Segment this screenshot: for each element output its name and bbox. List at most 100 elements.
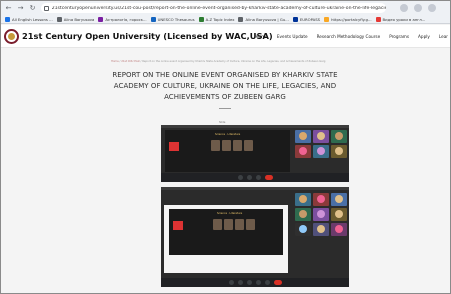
avatar [299, 210, 307, 218]
page-body: Home / 21st COU Post / Report on the onl… [1, 49, 450, 293]
lock-icon [44, 5, 49, 11]
figure-caption: Slide [219, 121, 226, 124]
nav-home[interactable]: Home [256, 34, 268, 39]
url-field[interactable]: 21stcenturyopenuniversity.us/21st-cou-po… [41, 3, 386, 13]
bookmark-item[interactable]: EUROPASS [292, 16, 320, 22]
participant-tile[interactable] [313, 208, 329, 221]
slide-heading: Science · Literature [217, 212, 243, 215]
avatar [299, 132, 307, 140]
nav-apply[interactable]: Apply [418, 34, 430, 39]
site-title[interactable]: 21st Century Open University (Licensed b… [22, 31, 273, 41]
participant-grid [295, 130, 347, 158]
bookmarks-bar: All English Lessons ... Alina Boryusova … [1, 15, 450, 24]
reload-icon[interactable]: ↻ [28, 4, 37, 13]
bookmark-item[interactable]: UNESCO Thesaurus [150, 16, 195, 22]
camera-icon[interactable] [246, 175, 252, 180]
participant-tile[interactable] [295, 208, 311, 221]
bookmark-item[interactable]: Alina Boryusova | Gu... [238, 16, 289, 22]
leave-call-icon[interactable] [273, 280, 282, 285]
meeting-controls [161, 278, 349, 287]
participant-tile[interactable] [313, 130, 329, 143]
bookmark-favicon-icon [56, 16, 62, 22]
avatar [335, 147, 343, 155]
captions-icon[interactable] [246, 280, 252, 285]
university-logo[interactable] [4, 29, 19, 44]
participant-tile[interactable] [295, 145, 311, 158]
bookmark-favicon-icon [238, 16, 244, 22]
nav-learn[interactable]: Lear [439, 34, 448, 39]
slide-photos [213, 219, 257, 230]
extensions-icon[interactable] [414, 4, 422, 12]
meeting-topbar [161, 187, 349, 190]
meeting-screenshot: Science · Literature [161, 125, 349, 182]
bookmark-item[interactable]: A-Z Topic Index [198, 16, 235, 22]
presentation-slide: Science · Literature [164, 205, 288, 273]
profile-icon[interactable] [428, 4, 436, 12]
avatar [299, 225, 307, 233]
mic-icon[interactable] [228, 280, 234, 285]
bookmark-label: A-Z Topic Index [205, 16, 235, 22]
back-icon[interactable]: ← [4, 4, 13, 13]
title-divider [219, 108, 231, 109]
camera-icon[interactable] [237, 280, 243, 285]
main-nav: Home Events Update Research Methodology … [247, 34, 449, 39]
browser-window: ← → ↻ 21stcenturyopenuniversity.us/21st-… [0, 0, 451, 294]
participant-tile[interactable] [331, 193, 347, 206]
nav-events-update[interactable]: Events Update [277, 34, 308, 39]
meeting-topbar [161, 125, 349, 128]
bookmark-label: Видео уроки в англ... [382, 16, 426, 22]
avatar [335, 195, 343, 203]
participant-tile[interactable] [313, 193, 329, 206]
bookmark-favicon-icon [98, 16, 104, 22]
bookmark-favicon-icon [375, 16, 381, 22]
bookmark-label: All English Lessons ... [12, 16, 53, 22]
avatar [317, 210, 325, 218]
bookmark-label: Alina Boryusova [63, 16, 95, 22]
bookmark-item[interactable]: Видео уроки в англ... [375, 16, 426, 22]
page-title: REPORT ON THE ONLINE EVENT ORGANISED BY … [112, 71, 338, 101]
avatar [317, 147, 325, 155]
share-icon[interactable] [255, 175, 261, 180]
participant-tile[interactable] [313, 223, 329, 236]
bookmark-label: https://portalcyfly.g... [331, 16, 372, 22]
participant-tile[interactable] [295, 130, 311, 143]
leave-call-icon[interactable] [264, 175, 273, 180]
address-bar: ← → ↻ 21stcenturyopenuniversity.us/21st-… [1, 1, 450, 15]
bookmark-favicon-icon [150, 16, 156, 22]
participant-tile[interactable] [295, 193, 311, 206]
bookmark-item[interactable]: https://portalcyfly.g... [324, 16, 372, 22]
bookmark-favicon-icon [198, 16, 204, 22]
bookmark-star-icon[interactable] [400, 4, 408, 12]
participant-tile[interactable] [331, 208, 347, 221]
more-icon[interactable] [264, 280, 270, 285]
bookmark-label: UNESCO Thesaurus [157, 16, 195, 22]
bookmark-label: Alina Boryusova | Gu... [245, 16, 289, 22]
forward-icon[interactable]: → [16, 4, 25, 13]
avatar [317, 132, 325, 140]
breadcrumb: Home / 21st COU Post / Report on the onl… [111, 60, 326, 63]
bookmark-item[interactable]: Alina Boryusova [56, 16, 95, 22]
participant-tile[interactable] [313, 145, 329, 158]
avatar [335, 210, 343, 218]
site-header: 21st Century Open University (Licensed b… [1, 25, 450, 48]
nav-research-methodology-course[interactable]: Research Methodology Course [317, 34, 381, 39]
nav-programs[interactable]: Programs [389, 34, 409, 39]
avatar [317, 225, 325, 233]
slide-thumbnail [169, 142, 179, 151]
meeting-screenshot: Science · Literature [161, 187, 349, 287]
bookmark-item[interactable]: All English Lessons ... [5, 16, 53, 22]
presentation-slide: Science · Literature [165, 130, 290, 172]
slide-frame: Science · Literature [169, 209, 283, 255]
participant-tile[interactable] [295, 223, 311, 236]
participant-tile[interactable] [331, 223, 347, 236]
participant-tile[interactable] [331, 130, 347, 143]
participant-tile[interactable] [331, 145, 347, 158]
breadcrumb-home[interactable]: Home [111, 60, 119, 63]
mic-icon[interactable] [237, 175, 243, 180]
url-text: 21stcenturyopenuniversity.us/21st-cou-po… [51, 5, 386, 11]
slide-heading: Science · Literature [215, 133, 241, 136]
share-icon[interactable] [255, 280, 261, 285]
bookmark-label: Астрологія, гороск... [105, 16, 147, 22]
bookmark-item[interactable]: Астрологія, гороск... [98, 16, 147, 22]
breadcrumb-section[interactable]: 21st COU Post [121, 60, 140, 63]
